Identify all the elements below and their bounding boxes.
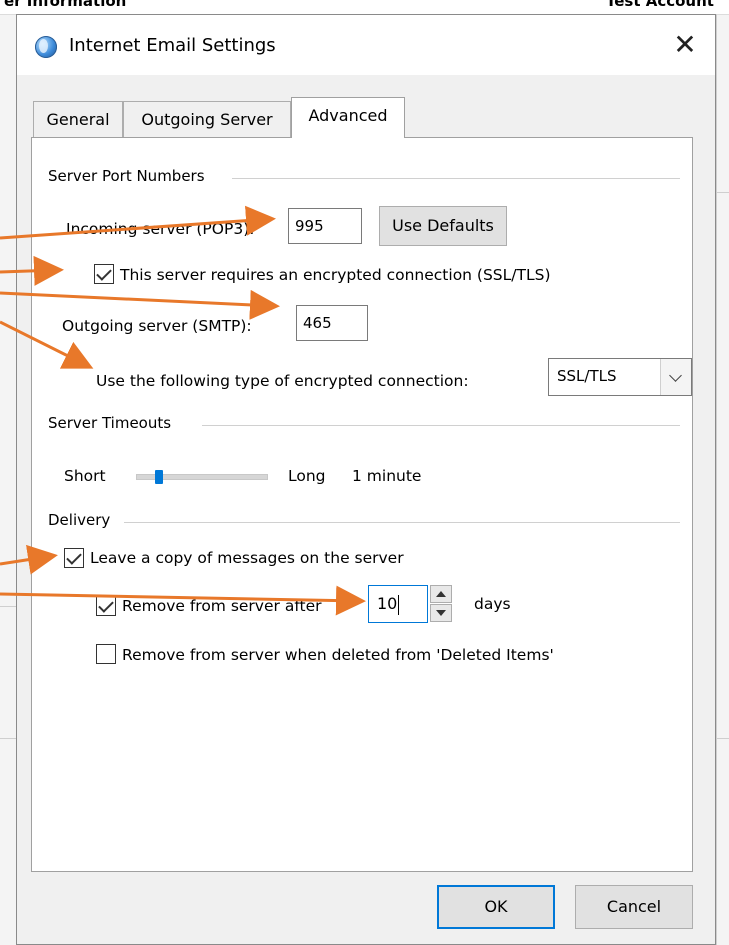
delivery-heading: Delivery xyxy=(48,511,117,529)
background-line xyxy=(0,606,16,607)
timeout-value-label: 1 minute xyxy=(352,467,422,485)
timeout-slider-thumb[interactable] xyxy=(154,470,163,484)
leave-copy-label: Leave a copy of messages on the server xyxy=(90,549,404,567)
server-timeouts-heading: Server Timeouts xyxy=(48,414,178,432)
chevron-down-icon[interactable] xyxy=(660,359,691,395)
ok-button[interactable]: OK xyxy=(437,885,555,929)
background-right-text: Test Account xyxy=(606,0,714,10)
remove-deleted-label: Remove from server when deleted from 'De… xyxy=(122,646,554,664)
background-header: er Information Test Account xyxy=(0,0,729,15)
tab-general[interactable]: General xyxy=(33,101,123,137)
encryption-type-value: SSL/TLS xyxy=(557,367,617,385)
days-label: days xyxy=(474,595,511,613)
spin-down-icon[interactable] xyxy=(430,604,452,622)
tab-outgoing-server[interactable]: Outgoing Server xyxy=(123,101,291,137)
outgoing-server-label: Outgoing server (SMTP): xyxy=(62,317,252,335)
background-divider xyxy=(716,14,717,945)
remove-after-days-value: 10 xyxy=(377,594,398,613)
spin-up-icon[interactable] xyxy=(430,585,452,603)
group-divider xyxy=(232,178,680,179)
encryption-type-select[interactable]: SSL/TLS xyxy=(548,358,692,396)
long-label: Long xyxy=(288,467,326,485)
background-left-text: er Information xyxy=(4,0,127,10)
remove-deleted-checkbox[interactable] xyxy=(96,644,116,664)
remove-after-label: Remove from server after xyxy=(122,597,322,615)
internet-email-settings-dialog: Internet Email Settings ✕ General Outgoi… xyxy=(16,14,716,945)
background-line xyxy=(0,738,16,739)
server-port-numbers-heading: Server Port Numbers xyxy=(48,167,211,185)
remove-after-days-input[interactable]: 10 xyxy=(368,585,428,623)
group-divider xyxy=(124,522,680,523)
encrypted-connection-label: This server requires an encrypted connec… xyxy=(120,266,551,284)
tab-advanced[interactable]: Advanced xyxy=(291,97,405,138)
dialog-title: Internet Email Settings xyxy=(69,35,276,56)
short-label: Short xyxy=(64,467,106,485)
background-line xyxy=(717,192,729,193)
text-caret xyxy=(398,594,400,615)
cancel-button[interactable]: Cancel xyxy=(575,885,693,929)
outlook-globe-icon xyxy=(35,36,57,58)
incoming-port-input[interactable]: 995 xyxy=(288,208,362,244)
encrypted-connection-checkbox[interactable] xyxy=(94,264,114,284)
title-bar: Internet Email Settings ✕ xyxy=(17,15,715,75)
outgoing-port-input[interactable]: 465 xyxy=(296,305,368,341)
encryption-type-label: Use the following type of encrypted conn… xyxy=(96,372,469,390)
leave-copy-checkbox[interactable] xyxy=(64,548,84,568)
remove-after-checkbox[interactable] xyxy=(96,596,116,616)
advanced-tab-panel: Server Port Numbers Incoming server (POP… xyxy=(31,137,693,872)
close-button[interactable]: ✕ xyxy=(665,27,705,63)
background-line xyxy=(717,738,729,739)
use-defaults-button[interactable]: Use Defaults xyxy=(379,206,507,246)
group-divider xyxy=(202,425,680,426)
incoming-server-label: Incoming server (POP3): xyxy=(66,220,255,238)
